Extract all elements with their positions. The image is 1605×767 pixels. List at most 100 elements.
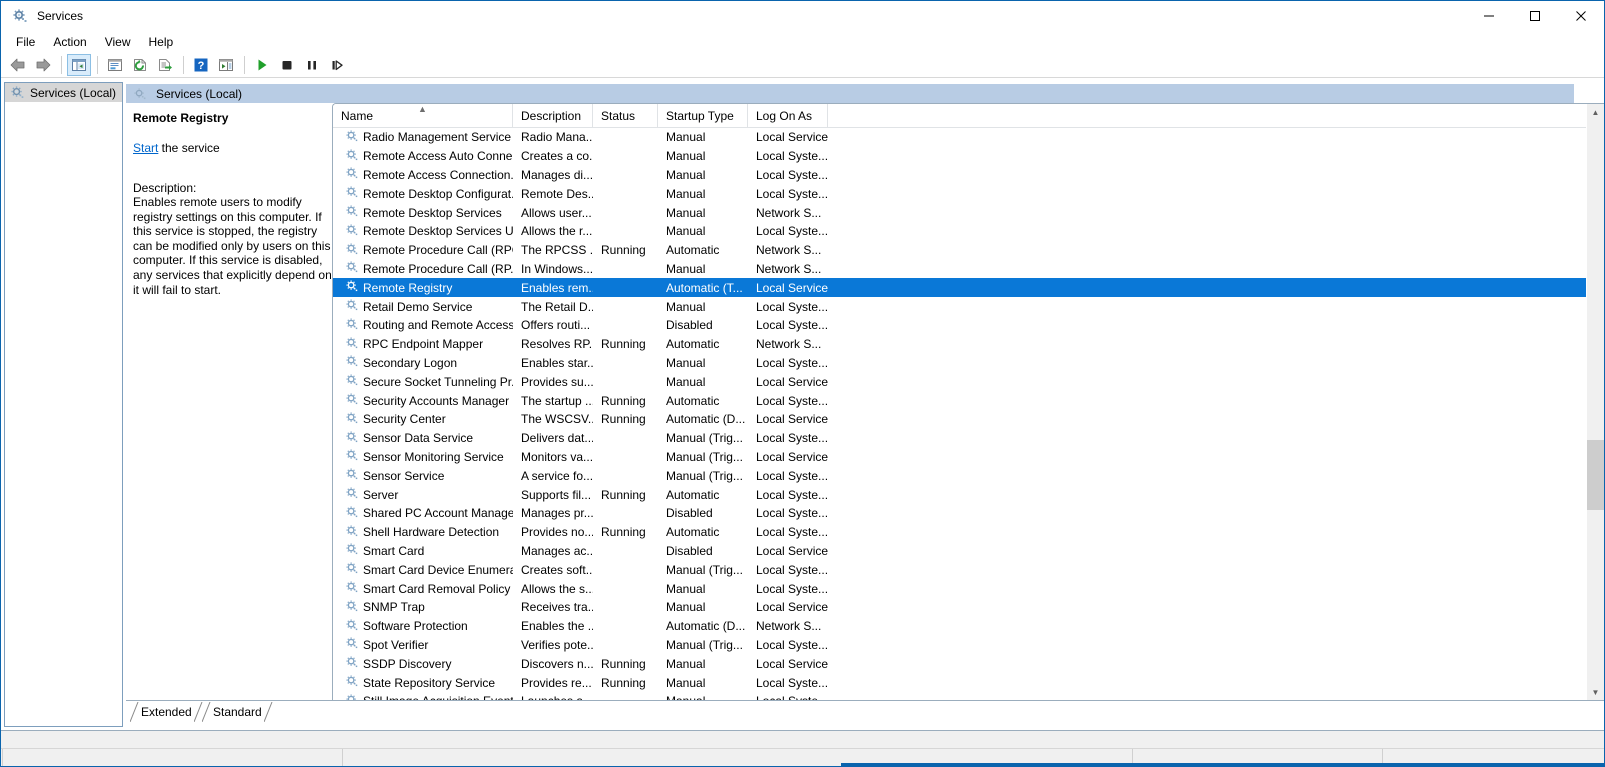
cell-startup-type: Manual: [658, 600, 748, 614]
cell-startup-type: Manual: [658, 676, 748, 690]
cell-text: Verifies pote...: [521, 638, 593, 652]
table-row[interactable]: ServerSupports fil...RunningAutomaticLoc…: [333, 485, 1604, 504]
cell-text: Running: [601, 488, 646, 502]
list-vertical-scrollbar[interactable]: ▲ ▼: [1586, 104, 1604, 701]
cell-text: Manual: [666, 168, 705, 182]
help-icon[interactable]: ?: [189, 54, 213, 76]
cell-log-on-as: Local Service: [748, 281, 828, 295]
table-row[interactable]: Software ProtectionEnables the ...Automa…: [333, 617, 1604, 636]
service-gear-icon: [345, 674, 359, 691]
show-hide-console-tree-icon[interactable]: [67, 54, 91, 76]
column-header-startup-type[interactable]: Startup Type: [658, 104, 748, 127]
column-header-status[interactable]: Status: [593, 104, 658, 127]
table-row[interactable]: Remote Procedure Call (RPC)The RPCSS ...…: [333, 241, 1604, 260]
table-row[interactable]: Retail Demo ServiceThe Retail D...Manual…: [333, 297, 1604, 316]
show-hide-action-pane-icon[interactable]: [214, 54, 238, 76]
cell-text: Receives tra...: [521, 600, 593, 614]
tab-standard[interactable]: Standard: [202, 702, 273, 722]
table-row[interactable]: Smart CardManages ac...DisabledLocal Ser…: [333, 542, 1604, 561]
cell-text: Manages di...: [521, 168, 593, 182]
start-service-link[interactable]: Start: [133, 141, 158, 155]
table-row[interactable]: Secondary LogonEnables star...ManualLoca…: [333, 354, 1604, 373]
main-body: Services (Local) Se: [1, 79, 1604, 730]
table-row[interactable]: Security Accounts ManagerThe startup ...…: [333, 391, 1604, 410]
content-pane: Services (Local) Remote Registry Start t…: [126, 79, 1604, 730]
stop-service-icon[interactable]: [275, 54, 299, 76]
back-icon[interactable]: [6, 54, 30, 76]
properties-icon[interactable]: [103, 54, 127, 76]
cell-name: Remote Desktop Services: [333, 204, 513, 221]
table-row[interactable]: Shell Hardware DetectionProvides no...Ru…: [333, 523, 1604, 542]
scroll-up-icon[interactable]: ▲: [1587, 104, 1604, 121]
cell-text: RPC Endpoint Mapper: [363, 337, 483, 351]
maximize-button[interactable]: [1512, 1, 1558, 31]
cell-text: Running: [601, 412, 646, 426]
menu-action[interactable]: Action: [44, 32, 95, 52]
table-row[interactable]: Remote Desktop Services U...Allows the r…: [333, 222, 1604, 241]
cell-startup-type: Manual: [658, 206, 748, 220]
tab-extended[interactable]: Extended: [130, 702, 203, 722]
table-row[interactable]: State Repository ServiceProvides re...Ru…: [333, 673, 1604, 692]
menu-file[interactable]: File: [7, 32, 44, 52]
table-row[interactable]: Shared PC Account ManagerManages pr...Di…: [333, 504, 1604, 523]
cell-text: Automatic (T...: [666, 281, 743, 295]
table-row[interactable]: Sensor Monitoring ServiceMonitors va...M…: [333, 448, 1604, 467]
scroll-down-icon[interactable]: ▼: [1587, 684, 1604, 701]
table-row[interactable]: Remote RegistryEnables rem...Automatic (…: [333, 278, 1604, 297]
table-row[interactable]: SNMP TrapReceives tra...ManualLocal Serv…: [333, 598, 1604, 617]
service-gear-icon: [345, 373, 359, 390]
service-gear-icon: [345, 467, 359, 484]
menu-help[interactable]: Help: [140, 32, 183, 52]
service-gear-icon: [345, 636, 359, 653]
table-row[interactable]: Spot VerifierVerifies pote...Manual (Tri…: [333, 636, 1604, 655]
table-row[interactable]: Secure Socket Tunneling Pr...Provides su…: [333, 372, 1604, 391]
table-row[interactable]: RPC Endpoint MapperResolves RP...Running…: [333, 335, 1604, 354]
cell-description: Verifies pote...: [513, 638, 593, 652]
minimize-button[interactable]: [1466, 1, 1512, 31]
export-list-icon[interactable]: [153, 54, 177, 76]
table-row[interactable]: Remote Desktop ServicesAllows user...Man…: [333, 203, 1604, 222]
table-row[interactable]: Sensor Data ServiceDelivers dat...Manual…: [333, 429, 1604, 448]
table-row[interactable]: Remote Procedure Call (RP...In Windows..…: [333, 260, 1604, 279]
cell-text: Creates soft...: [521, 563, 593, 577]
cell-name: Retail Demo Service: [333, 298, 513, 315]
service-gear-icon: [345, 599, 359, 616]
cell-text: Running: [601, 525, 646, 539]
column-header-description[interactable]: Description: [513, 104, 593, 127]
cell-text: In Windows...: [521, 262, 593, 276]
table-row[interactable]: Smart Card Removal PolicyAllows the s...…: [333, 579, 1604, 598]
cell-description: Enables star...: [513, 356, 593, 370]
scrollbar-thumb[interactable]: [1587, 440, 1604, 510]
table-row[interactable]: Remote Access Auto Conne...Creates a co.…: [333, 147, 1604, 166]
table-row[interactable]: Smart Card Device Enumera...Creates soft…: [333, 560, 1604, 579]
cell-text: Remote Access Connection...: [363, 168, 513, 182]
column-header-name[interactable]: ▲ Name: [333, 104, 513, 127]
table-row[interactable]: Security CenterThe WSCSV...RunningAutoma…: [333, 410, 1604, 429]
cell-startup-type: Manual: [658, 300, 748, 314]
close-button[interactable]: [1558, 1, 1604, 31]
start-service-icon[interactable]: [250, 54, 274, 76]
cell-log-on-as: Local Syste...: [748, 224, 828, 238]
column-header-log-on-as[interactable]: Log On As: [748, 104, 828, 127]
menu-bar: File Action View Help: [1, 31, 1604, 52]
menu-view[interactable]: View: [96, 32, 140, 52]
table-row[interactable]: SSDP DiscoveryDiscovers n...RunningManua…: [333, 654, 1604, 673]
restart-service-icon[interactable]: [325, 54, 349, 76]
table-row[interactable]: Radio Management ServiceRadio Mana...Man…: [333, 128, 1604, 147]
table-row[interactable]: Routing and Remote AccessOffers routi...…: [333, 316, 1604, 335]
table-row[interactable]: Sensor ServiceA service fo...Manual (Tri…: [333, 466, 1604, 485]
forward-icon[interactable]: [31, 54, 55, 76]
table-row[interactable]: Remote Desktop Configurat...Remote Des..…: [333, 184, 1604, 203]
cell-text: Manual: [666, 300, 705, 314]
cell-text: Manual: [666, 676, 705, 690]
column-header-label: Name: [341, 109, 373, 123]
service-gear-icon: [345, 242, 359, 259]
cell-startup-type: Automatic: [658, 337, 748, 351]
sidebar-item-services-local[interactable]: Services (Local): [5, 83, 122, 102]
cell-text: Automatic (D...: [666, 412, 745, 426]
refresh-icon[interactable]: [128, 54, 152, 76]
services-gear-icon: [132, 86, 148, 102]
table-row[interactable]: Remote Access Connection... Manages di...…: [333, 166, 1604, 185]
pause-service-icon[interactable]: [300, 54, 324, 76]
cell-description: Offers routi...: [513, 318, 593, 332]
